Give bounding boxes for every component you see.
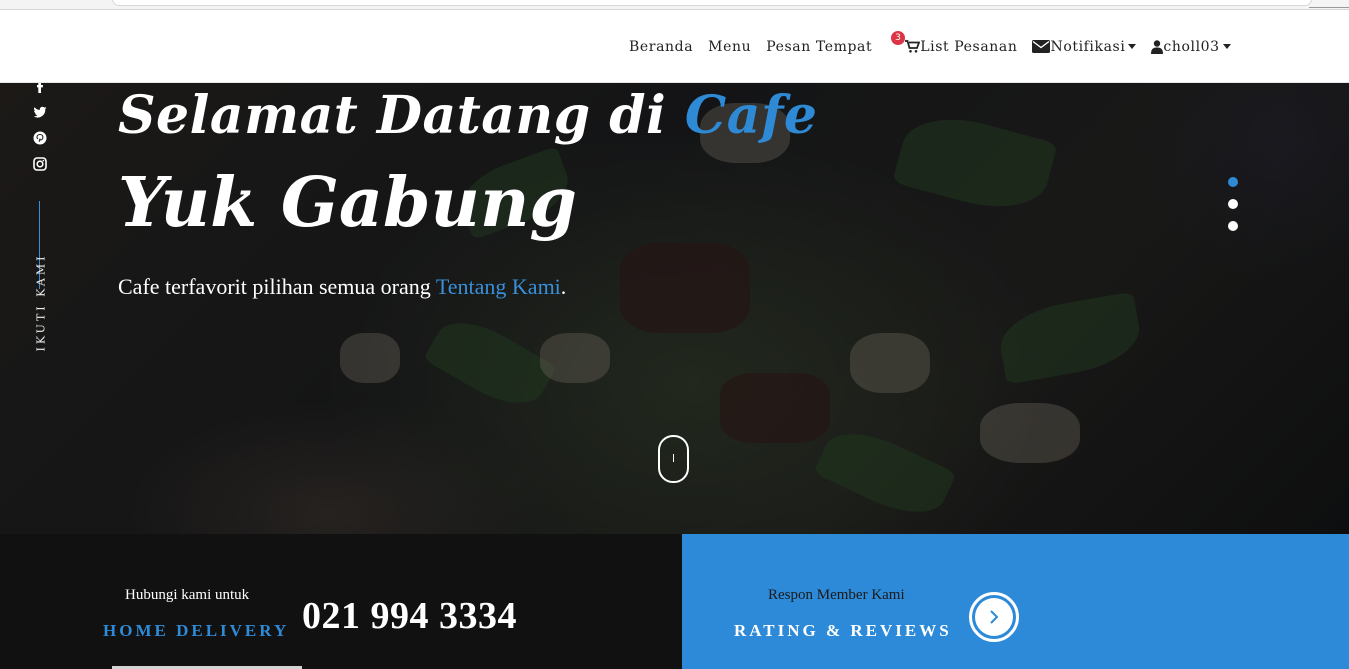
- reviews-next-button[interactable]: [969, 592, 1019, 642]
- hero-title-prefix: Selamat Datang di: [118, 85, 685, 146]
- nav-label: choll03: [1163, 38, 1220, 55]
- envelope-icon: [1032, 40, 1051, 53]
- browser-top-strip: [0, 0, 1349, 10]
- nav-item-beranda[interactable]: Beranda: [629, 39, 693, 55]
- mouse-wheel: [673, 454, 674, 462]
- nav-item-list-pesanan[interactable]: 3 List Pesanan: [891, 31, 1018, 55]
- button-inner: [975, 598, 1013, 636]
- about-us-link[interactable]: Tentang Kami: [436, 274, 561, 299]
- slider-dots: [1228, 177, 1238, 243]
- chevron-right-icon: [990, 610, 999, 624]
- slider-dot-3[interactable]: [1228, 221, 1238, 231]
- chevron-down-icon: [1222, 44, 1231, 49]
- contact-label: Hubungi kami untuk: [125, 587, 250, 603]
- hero-subtitle: Cafe terfavorit pilihan semua orang Tent…: [118, 274, 566, 300]
- user-icon: [1151, 39, 1164, 54]
- nav-label: Beranda: [629, 38, 694, 55]
- facebook-icon[interactable]: [33, 83, 47, 93]
- nav-label: Pesan Tempat: [766, 38, 873, 55]
- cart-icon: [905, 40, 921, 53]
- info-bar: Hubungi kami untuk HOME DELIVERY 021 994…: [0, 534, 1349, 669]
- cart-count-badge: 3: [891, 31, 906, 45]
- pinterest-icon[interactable]: [33, 131, 47, 145]
- hero-subtitle-suffix: .: [560, 274, 567, 299]
- hero-slider: IKUTI KAMI Selamat Datang di Cafe Yuk Ga…: [0, 83, 1349, 534]
- window-control-line: [1309, 7, 1349, 8]
- follow-us-label: IKUTI KAMI: [34, 253, 48, 352]
- reviews-panel: Respon Member Kami RATING & REVIEWS: [682, 534, 1349, 669]
- phone-number[interactable]: 021 994 3334: [302, 594, 517, 638]
- nav-item-pesan-tempat[interactable]: Pesan Tempat: [766, 39, 872, 55]
- nav-item-notifikasi[interactable]: Notifikasi: [1032, 38, 1137, 55]
- hero-title-line2: Yuk Gabung: [118, 163, 577, 243]
- address-bar[interactable]: [112, 0, 1312, 6]
- nav-label: Menu: [708, 38, 752, 55]
- hero-subtitle-text: Cafe terfavorit pilihan semua orang: [118, 274, 436, 299]
- instagram-icon[interactable]: [33, 157, 47, 171]
- chevron-down-icon: [1128, 44, 1137, 49]
- nav-label: Notifikasi: [1050, 38, 1126, 55]
- hero-title: Selamat Datang di Cafe: [118, 85, 817, 146]
- navbar: Beranda Menu Pesan Tempat 3 List Pesanan: [0, 10, 1349, 83]
- scroll-down-mouse-icon[interactable]: [658, 435, 689, 483]
- nav-item-menu[interactable]: Menu: [708, 39, 751, 55]
- nav-label: List Pesanan: [920, 38, 1018, 55]
- contact-panel: Hubungi kami untuk HOME DELIVERY 021 994…: [0, 534, 682, 669]
- cart-icon-wrap: 3: [891, 31, 921, 53]
- twitter-icon[interactable]: [33, 105, 47, 119]
- social-links: [33, 83, 49, 183]
- main-nav: Beranda Menu Pesan Tempat 3 List Pesanan: [629, 10, 1246, 83]
- slider-dot-1[interactable]: [1228, 177, 1238, 187]
- slider-dot-2[interactable]: [1228, 199, 1238, 209]
- nav-item-user[interactable]: choll03: [1151, 38, 1231, 55]
- reviews-label: Respon Member Kami: [768, 587, 905, 603]
- rating-reviews-title: RATING & REVIEWS: [734, 621, 952, 640]
- hero-title-accent: Cafe: [684, 85, 818, 146]
- home-delivery-label: HOME DELIVERY: [103, 621, 290, 640]
